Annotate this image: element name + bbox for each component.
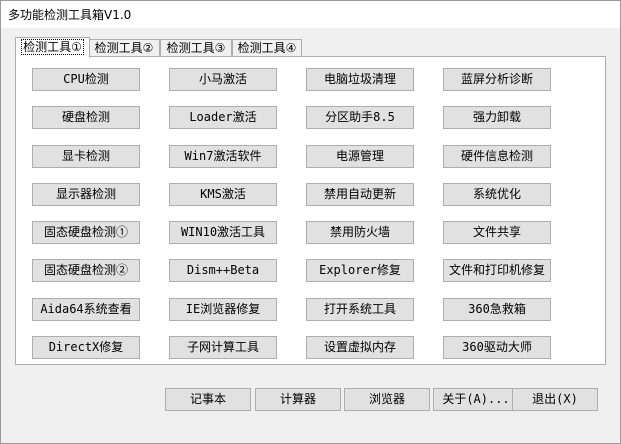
open-system-tools-button[interactable]: 打开系统工具 [306, 298, 414, 321]
junk-clean-button[interactable]: 电脑垃圾清理 [306, 68, 414, 91]
loader-activate-button[interactable]: Loader激活 [169, 106, 277, 129]
win7-activate-button[interactable]: Win7激活软件 [169, 145, 277, 168]
file-printer-repair-button[interactable]: 文件和打印机修复 [443, 259, 551, 282]
title-bar[interactable]: 多功能检测工具箱V1.0 [1, 1, 620, 28]
disable-firewall-button[interactable]: 禁用防火墙 [306, 221, 414, 244]
force-uninstall-button[interactable]: 强力卸载 [443, 106, 551, 129]
system-optimize-button[interactable]: 系统优化 [443, 183, 551, 206]
subnet-calculator-button[interactable]: 子网计算工具 [169, 336, 277, 359]
win10-activate-button[interactable]: WIN10激活工具 [169, 221, 277, 244]
tab-tools-1[interactable]: 检测工具① [15, 37, 90, 58]
kms-activate-button[interactable]: KMS激活 [169, 183, 277, 206]
ssd-detect-1-button[interactable]: 固态硬盘检测① [32, 221, 140, 244]
file-share-button[interactable]: 文件共享 [443, 221, 551, 244]
partition-assistant-button[interactable]: 分区助手8.5 [306, 106, 414, 129]
gpu-detect-button[interactable]: 显卡检测 [32, 145, 140, 168]
dism-beta-button[interactable]: Dism++Beta [169, 259, 277, 282]
app-window: 多功能检测工具箱V1.0 检测工具① 检测工具② 检测工具③ 检测工具④ CPU… [0, 0, 621, 444]
browser-button[interactable]: 浏览器 [344, 388, 430, 411]
monitor-detect-button[interactable]: 显示器检测 [32, 183, 140, 206]
explorer-repair-button[interactable]: Explorer修复 [306, 259, 414, 282]
hardware-info-button[interactable]: 硬件信息检测 [443, 145, 551, 168]
directx-repair-button[interactable]: DirectX修复 [32, 336, 140, 359]
virtual-memory-button[interactable]: 设置虚拟内存 [306, 336, 414, 359]
driver-master-360-button[interactable]: 360驱动大师 [443, 336, 551, 359]
aida64-button[interactable]: Aida64系统查看 [32, 298, 140, 321]
calculator-button[interactable]: 计算器 [255, 388, 341, 411]
tab-tools-4[interactable]: 检测工具④ [232, 39, 302, 56]
tab-tools-2[interactable]: 检测工具② [88, 39, 160, 56]
disable-autoupdate-button[interactable]: 禁用自动更新 [306, 183, 414, 206]
tab-tools-3[interactable]: 检测工具③ [160, 39, 232, 56]
ie-repair-button[interactable]: IE浏览器修复 [169, 298, 277, 321]
exit-button[interactable]: 退出(X) [512, 388, 598, 411]
window-title: 多功能检测工具箱V1.0 [8, 8, 132, 22]
notepad-button[interactable]: 记事本 [165, 388, 251, 411]
rescue-box-360-button[interactable]: 360急救箱 [443, 298, 551, 321]
ssd-detect-2-button[interactable]: 固态硬盘检测② [32, 259, 140, 282]
disk-detect-button[interactable]: 硬盘检测 [32, 106, 140, 129]
bluescreen-analysis-button[interactable]: 蓝屏分析诊断 [443, 68, 551, 91]
power-management-button[interactable]: 电源管理 [306, 145, 414, 168]
xiaoma-activate-button[interactable]: 小马激活 [169, 68, 277, 91]
about-button[interactable]: 关于(A)... [433, 388, 519, 411]
cpu-detect-button[interactable]: CPU检测 [32, 68, 140, 91]
